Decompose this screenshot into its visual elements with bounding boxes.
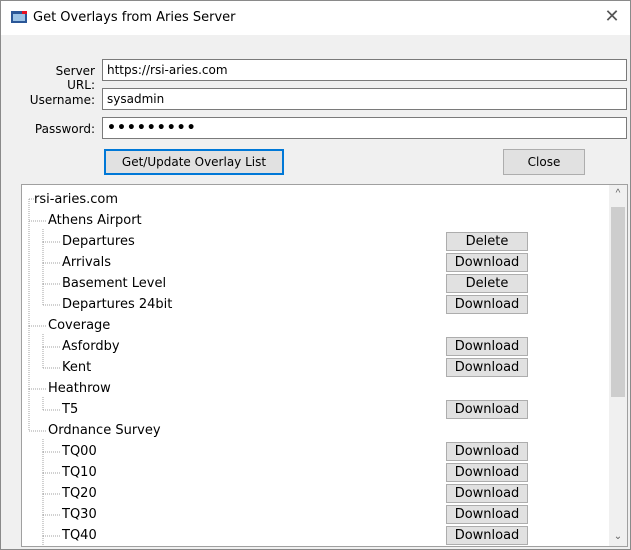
vertical-scrollbar[interactable]: ^ ⌄ (609, 185, 627, 546)
get-update-overlay-list-button[interactable]: Get/Update Overlay List (104, 149, 284, 175)
tree-leaf-node[interactable]: Departures 24bit Download (22, 294, 608, 315)
username-input[interactable]: sysadmin (102, 88, 627, 110)
password-input[interactable]: ••••••••• (102, 117, 627, 139)
scroll-down-arrow-icon[interactable]: ⌄ (609, 528, 627, 546)
dialog-window: Get Overlays from Aries Server ✕ Server … (0, 0, 631, 550)
download-button[interactable]: Download (446, 463, 528, 482)
tree-node-label: Coverage (48, 318, 111, 333)
download-button[interactable]: Download (446, 295, 528, 314)
tree-node-label: Departures (62, 234, 135, 249)
tree-group-node[interactable]: Ordnance Survey (22, 420, 608, 441)
title-bar[interactable]: Get Overlays from Aries Server ✕ (1, 1, 630, 35)
tree-node-label: TQ40 (62, 528, 97, 543)
tree-leaf-node[interactable]: TQ20 Download (22, 483, 608, 504)
tree-node-label: T5 (62, 402, 79, 417)
tree-node-label: TQ20 (62, 486, 97, 501)
download-button[interactable]: Download (446, 484, 528, 503)
server-url-input[interactable]: https://rsi-aries.com (102, 59, 627, 81)
tree-root-label: rsi-aries.com (34, 192, 119, 207)
tree-group-node[interactable]: Coverage (22, 315, 608, 336)
tree-leaf-node[interactable]: TQ10 Download (22, 462, 608, 483)
server-url-label: Server URL: (55, 64, 95, 92)
tree-leaf-node[interactable]: TQ00 Download (22, 441, 608, 462)
tree-node-label: Heathrow (48, 381, 111, 396)
download-button[interactable]: Download (446, 337, 528, 356)
tree-node-label: TQ30 (62, 507, 97, 522)
username-label: Username: (29, 93, 95, 107)
tree-leaf-node[interactable]: T5 Download (22, 399, 608, 420)
tree-leaf-node[interactable]: Departures Delete (22, 231, 608, 252)
tree-node-label: Departures 24bit (62, 297, 173, 312)
tree-leaf-node[interactable]: Asfordby Download (22, 336, 608, 357)
tree-node-label: Basement Level (62, 276, 167, 291)
tree-node-label: TQ00 (62, 444, 97, 459)
close-button[interactable]: Close (503, 149, 585, 175)
download-button[interactable]: Download (446, 526, 528, 545)
tree-root[interactable]: rsi-aries.com (22, 189, 608, 210)
tree-leaf-node[interactable]: TQ30 Download (22, 504, 608, 525)
tree-leaf-node[interactable]: Kent Download (22, 357, 608, 378)
app-window-icon (11, 11, 27, 23)
window-title: Get Overlays from Aries Server (33, 10, 236, 25)
tree-group-node[interactable]: Athens Airport (22, 210, 608, 231)
tree-node-label: TQ10 (62, 465, 97, 480)
download-button[interactable]: Download (446, 442, 528, 461)
tree-leaf-node[interactable]: Basement Level Delete (22, 273, 608, 294)
delete-button[interactable]: Delete (446, 232, 528, 251)
close-icon[interactable]: ✕ (602, 7, 622, 27)
tree-group-node[interactable]: Heathrow (22, 378, 608, 399)
tree-node-label: Asfordby (62, 339, 120, 354)
download-button[interactable]: Download (446, 505, 528, 524)
tree-leaf-node[interactable]: TQ40 Download (22, 525, 608, 546)
tree-node-label: Arrivals (62, 255, 112, 270)
password-label: Password: (34, 122, 95, 136)
scroll-up-arrow-icon[interactable]: ^ (609, 185, 627, 203)
overlay-tree[interactable]: rsi-aries.com Athens Airport Departures De… (21, 184, 628, 547)
scroll-thumb[interactable] (611, 207, 625, 397)
download-button[interactable]: Download (446, 400, 528, 419)
tree-node-label: Kent (62, 360, 92, 375)
download-button[interactable]: Download (446, 253, 528, 272)
download-button[interactable]: Download (446, 358, 528, 377)
tree-leaf-node[interactable]: Arrivals Download (22, 252, 608, 273)
tree-node-label: Ordnance Survey (48, 423, 161, 438)
delete-button[interactable]: Delete (446, 274, 528, 293)
tree-node-label: Athens Airport (48, 213, 142, 228)
